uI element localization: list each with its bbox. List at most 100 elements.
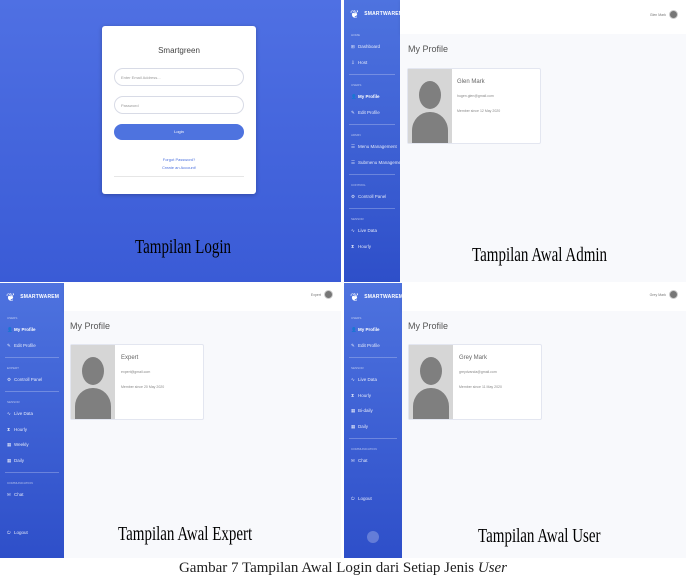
sidebar-heading: Communication [7, 481, 33, 485]
main-content: My Profile Grey Mark greydvanda@gmail.co… [402, 311, 686, 558]
sidebar-heading: Sensor [7, 400, 20, 404]
profile-card: Expert expert@gmail.com Member since 20 … [70, 344, 204, 420]
avatar [669, 10, 678, 19]
brand-name: SMARTWAREM [20, 294, 60, 300]
brand[interactable]: ❦ SMARTWAREM [344, 0, 403, 28]
sidebar-item-edit-profile[interactable]: ✎ Edit Profile [0, 338, 64, 354]
sidebar-item-chat[interactable]: ✉ Chat [0, 487, 64, 503]
sidebar-item-edit-profile[interactable]: ✎ Edit Profile [344, 105, 400, 121]
forgot-password-link[interactable]: Forgot Password? [102, 157, 256, 162]
user-dashboard: ❦ SMARTWAREM Users 👤My Profile ✎ Edit Profi… [344, 283, 686, 558]
sidebar-item-label: My Profile [358, 327, 380, 332]
sidebar-item-live-data[interactable]: ∿ Live Data [0, 406, 64, 422]
profile-avatar [409, 345, 453, 419]
menu-icon: ▦ [7, 458, 12, 463]
sidebar: ❦ SMARTWAREM Users 👤My Profile ✎ Edit Profi… [0, 283, 64, 558]
menu-icon: ▦ [351, 408, 356, 413]
sidebar-heading: Users [351, 83, 362, 87]
profile-email: expert@gmail.com [121, 370, 151, 374]
login-title: Smartgreen [158, 46, 200, 55]
sidebar-item-logout[interactable]: ⏻ Logout [344, 491, 402, 506]
user-menu[interactable]: Glen Mark [650, 10, 678, 19]
sidebar-item-label: Live Data [358, 377, 378, 382]
sidebar-menu: Users 👤My Profile ✎ Edit Profile Sensor ∿ Live… [344, 311, 402, 506]
sidebar-item-my-profile[interactable]: 👤My Profile [0, 322, 64, 338]
sidebar-item-daily[interactable]: ▦ Daily [0, 453, 64, 469]
expert-caption: Tampilan Awal Expert [118, 523, 253, 545]
sidebar-item-host[interactable]: ⇩ Host [344, 55, 400, 71]
sidebar-item-edit-profile[interactable]: ✎ Edit Profile [344, 338, 402, 354]
login-button[interactable]: Login [114, 124, 244, 140]
profile-avatar [408, 69, 452, 143]
sidebar-item-hourly[interactable]: ⧗ Hourly [0, 422, 64, 437]
sidebar-item-controll-panel[interactable]: ⚙ Controll Panel [344, 189, 400, 205]
sidebar-item-menu-management[interactable]: ☰ Menu Management [344, 139, 400, 155]
sidebar-heading: Communication [351, 447, 377, 451]
sidebar-item-submenu-management[interactable]: ☰ Submenu Management [344, 155, 405, 171]
menu-icon: ⧗ [351, 244, 355, 249]
sidebar-heading: Sensor [351, 217, 364, 221]
sidebar-item-my-profile[interactable]: 👤My Profile [344, 322, 402, 338]
topbar: Glen Mark [400, 0, 686, 34]
sidebar-heading: Expert [7, 366, 19, 370]
divider [114, 176, 244, 177]
brand[interactable]: ❦ SMARTWAREM [344, 283, 404, 311]
leaf-logo-icon: ❦ [350, 291, 360, 304]
sidebar-heading: Users [7, 316, 18, 320]
menu-icon: ⇩ [351, 60, 355, 65]
sidebar-item-label: My Profile [358, 94, 380, 99]
menu-icon: ☰ [351, 144, 356, 149]
menu-icon: ⚙ [351, 194, 356, 199]
email-field[interactable]: Enter Email Address... [114, 68, 244, 86]
sidebar-item-dashboard[interactable]: ⊞ Dashboard [344, 39, 400, 55]
topbar: Expert [64, 283, 341, 311]
sidebar-item-my-profile[interactable]: 👤My Profile [344, 89, 400, 105]
sidebar-divider [5, 357, 59, 358]
page-title: My Profile [70, 321, 111, 331]
profile-avatar [71, 345, 115, 419]
user-menu[interactable]: Expert [311, 290, 333, 299]
sidebar-item-label: Bi-daily [358, 408, 373, 413]
figure-caption-text: Gambar 7 Tampilan Awal Login dari Setiap… [178, 560, 478, 576]
sidebar-divider [349, 438, 397, 439]
sidebar-item-label: Edit Profile [358, 343, 380, 348]
menu-icon: ⧗ [7, 427, 11, 432]
profile-member-since: Member since 20 May 2020 [121, 385, 165, 389]
sidebar-item-live-data[interactable]: ∿ Live Data [344, 223, 400, 239]
menu-icon: ▦ [7, 442, 12, 447]
password-field[interactable]: Password [114, 96, 244, 114]
user-menu[interactable]: Grey Mark [650, 290, 678, 299]
sidebar-item-chat[interactable]: ✉ Chat [344, 453, 402, 469]
leaf-logo-icon: ❦ [6, 291, 16, 304]
sidebar-item-daily[interactable]: ▦ Daily [344, 419, 402, 435]
figure-caption: Gambar 7 Tampilan Awal Login dari Setiap… [0, 560, 686, 577]
brand-name: SMARTWAREM [364, 294, 404, 300]
create-account-link[interactable]: Create an Account! [102, 165, 256, 170]
user-caption: Tampilan Awal User [478, 525, 601, 547]
sidebar-divider [349, 124, 395, 125]
main-content: My Profile Expert expert@gmail.com Membe… [64, 311, 341, 558]
sidebar-item-label: Menu Management [358, 144, 397, 149]
sidebar-item-hourly[interactable]: ⧗ Hourly [344, 239, 400, 254]
sidebar-divider [5, 391, 59, 392]
sidebar-divider [349, 357, 397, 358]
sidebar-item-live-data[interactable]: ∿ Live Data [344, 372, 402, 388]
avatar [324, 290, 333, 299]
avatar [669, 290, 678, 299]
sidebar-item-label: Live Data [14, 411, 34, 416]
sidebar-heading: Admin [351, 133, 361, 137]
brand[interactable]: ❦ SMARTWAREM [0, 283, 64, 311]
profile-card: Grey Mark greydvanda@gmail.com Member si… [408, 344, 542, 420]
sidebar-item-logout[interactable]: ⏻ Logout [0, 525, 64, 540]
expert-dashboard: ❦ SMARTWAREM Users 👤My Profile ✎ Edit Profi… [0, 283, 341, 558]
sidebar-item-controll-panel[interactable]: ⚙ Controll Panel [0, 372, 64, 388]
sidebar-heading: Control [351, 183, 366, 187]
topbar-username: Glen Mark [649, 12, 666, 17]
menu-icon: ∿ [351, 228, 355, 233]
menu-icon: ⧗ [351, 393, 355, 398]
sidebar-toggle-button[interactable] [367, 531, 379, 543]
sidebar-item-bi-daily[interactable]: ▦ Bi-daily [344, 403, 402, 419]
sidebar-item-hourly[interactable]: ⧗ Hourly [344, 388, 402, 403]
sidebar-item-weekly[interactable]: ▦ Weekly [0, 437, 64, 453]
